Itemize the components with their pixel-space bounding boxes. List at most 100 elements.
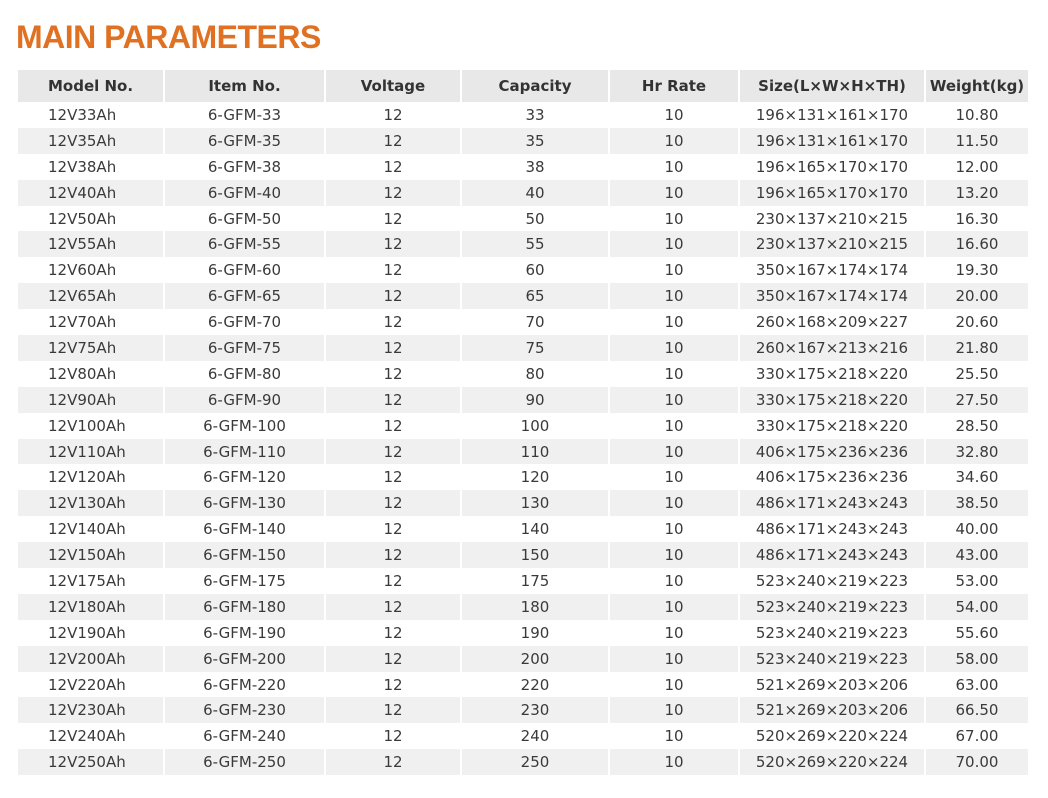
hr-rate-cell: 10 — [608, 283, 738, 310]
model-no-cell: 12V65Ah — [18, 283, 163, 310]
size-cell: 330×175×218×220 — [738, 386, 924, 413]
weight-cell: 16.60 — [924, 231, 1028, 258]
size-cell: 260×167×213×216 — [738, 335, 924, 361]
table-row: 12V200Ah 6-GFM-200 12 200 10 523×240×219×223 5… — [18, 645, 1028, 672]
table-row: 12V50Ah 6-GFM-50 12 50 10 230×137×210×215 16.3… — [18, 205, 1028, 232]
weight-cell: 53.00 — [924, 568, 1028, 594]
capacity-cell: 55 — [460, 231, 608, 258]
capacity-cell: 33 — [460, 102, 608, 128]
size-cell: 350×167×174×174 — [738, 257, 924, 284]
voltage-cell: 12 — [324, 542, 460, 569]
size-cell: 520×269×220×224 — [738, 723, 924, 750]
hr-rate-cell: 10 — [608, 749, 738, 776]
model-no-cell: 12V35Ah — [18, 127, 163, 154]
weight-cell: 67.00 — [924, 723, 1028, 750]
item-no-cell: 6-GFM-80 — [163, 360, 324, 387]
voltage-cell: 12 — [324, 671, 460, 698]
voltage-cell: 12 — [324, 464, 460, 491]
item-no-cell: 6-GFM-60 — [163, 257, 324, 284]
voltage-cell: 12 — [324, 516, 460, 543]
item-no-cell: 6-GFM-70 — [163, 309, 324, 336]
table-row: 12V240Ah 6-GFM-240 12 240 10 520×269×220×224 6… — [18, 723, 1028, 750]
weight-cell: 13.20 — [924, 179, 1028, 206]
capacity-cell: 75 — [460, 335, 608, 361]
model-no-cell: 12V120Ah — [48, 468, 126, 487]
capacity-cell: 130 — [460, 490, 608, 517]
table-row: 12V175Ah 6-GFM-175 12 175 10 523×240×219×223 5… — [18, 568, 1028, 594]
weight-cell: 27.50 — [924, 386, 1028, 413]
hr-rate-cell: 10 — [608, 309, 738, 336]
table-header: Model No. Item No. Voltage Capacity Hr R… — [18, 70, 1028, 102]
table-row: 12V55Ah 6-GFM-55 12 55 10 230×137×210×215 16.6… — [18, 231, 1028, 258]
item-no-cell: 6-GFM-33 — [163, 102, 324, 128]
table-row: 12V230Ah 6-GFM-230 12 230 10 521×269×203×206 6… — [18, 697, 1028, 724]
model-no-cell: 12V50Ah — [48, 209, 117, 228]
size-cell: 521×269×203×206 — [738, 671, 924, 698]
model-no-cell: 12V100Ah — [48, 416, 126, 435]
hr-rate-cell: 10 — [608, 542, 738, 569]
item-no-cell: 6-GFM-90 — [163, 386, 324, 413]
weight-cell: 20.00 — [924, 283, 1028, 310]
column-header-item-no: Item No. — [163, 70, 324, 102]
model-no-cell: 12V250Ah — [18, 749, 163, 776]
capacity-cell: 140 — [460, 516, 608, 543]
weight-cell: 12.00 — [924, 153, 1028, 180]
voltage-cell: 12 — [324, 257, 460, 284]
size-cell: 523×240×219×223 — [738, 568, 924, 594]
model-no-cell: 12V90Ah — [18, 386, 163, 413]
weight-cell: 43.00 — [924, 542, 1028, 569]
capacity-cell: 120 — [460, 464, 608, 491]
table-row: 12V190Ah 6-GFM-190 12 190 10 523×240×219×223 5… — [18, 619, 1028, 646]
hr-rate-cell: 10 — [608, 153, 738, 180]
voltage-cell: 12 — [324, 205, 460, 232]
hr-rate-cell: 10 — [608, 386, 738, 413]
item-no-cell: 6-GFM-150 — [163, 542, 324, 569]
voltage-cell: 12 — [324, 335, 460, 361]
voltage-cell: 12 — [324, 412, 460, 439]
size-cell: 350×167×174×174 — [738, 283, 924, 310]
hr-rate-cell: 10 — [608, 102, 738, 128]
hr-rate-cell: 10 — [608, 412, 738, 439]
hr-rate-cell: 10 — [608, 438, 738, 465]
column-header-size: Size(L×W×H×TH) — [738, 70, 924, 102]
item-no-cell: 6-GFM-120 — [163, 464, 324, 491]
table-row: 12V60Ah 6-GFM-60 12 60 10 350×167×174×174 19.3… — [18, 257, 1028, 284]
item-no-cell: 6-GFM-230 — [163, 697, 324, 724]
capacity-cell: 65 — [460, 283, 608, 310]
table-row: 12V90Ah 6-GFM-90 12 90 10 330×175×218×220 27.5… — [18, 386, 1028, 413]
item-no-cell: 6-GFM-130 — [163, 490, 324, 517]
hr-rate-cell: 10 — [608, 127, 738, 154]
table-row: 12V250Ah 6-GFM-250 12 250 10 520×269×220×224 7… — [18, 749, 1028, 776]
item-no-cell: 6-GFM-100 — [163, 412, 324, 439]
size-cell: 486×171×243×243 — [738, 542, 924, 569]
header-row: Model No. Item No. Voltage Capacity Hr R… — [18, 70, 1028, 102]
table-row: 12V33Ah 6-GFM-33 12 33 10 196×131×161×170 10.8… — [18, 102, 1028, 128]
capacity-cell: 100 — [460, 412, 608, 439]
size-cell: 196×131×161×170 — [738, 102, 924, 128]
weight-cell: 55.60 — [924, 619, 1028, 646]
capacity-cell: 35 — [460, 127, 608, 154]
model-no-cell: 12V230Ah — [18, 697, 163, 724]
weight-cell: 28.50 — [924, 412, 1028, 439]
hr-rate-cell: 10 — [608, 464, 738, 491]
model-no-cell: 12V80Ah — [48, 364, 117, 383]
table-row: 12V150Ah 6-GFM-150 12 150 10 486×171×243×243 4… — [18, 542, 1028, 569]
hr-rate-cell: 10 — [608, 697, 738, 724]
item-no-cell: 6-GFM-190 — [163, 619, 324, 646]
voltage-cell: 12 — [324, 593, 460, 620]
size-cell: 230×137×210×215 — [738, 205, 924, 232]
table-row: 12V140Ah 6-GFM-140 12 140 10 486×171×243×243 4… — [18, 516, 1028, 543]
hr-rate-cell: 10 — [608, 335, 738, 361]
voltage-cell: 12 — [324, 283, 460, 310]
weight-cell: 10.80 — [924, 102, 1028, 128]
item-no-cell: 6-GFM-180 — [163, 593, 324, 620]
model-no-cell: 12V240Ah — [48, 727, 126, 746]
weight-cell: 20.60 — [924, 309, 1028, 336]
item-no-cell: 6-GFM-65 — [163, 283, 324, 310]
table-row: 12V80Ah 6-GFM-80 12 80 10 330×175×218×220 25.5… — [18, 360, 1028, 387]
model-no-cell: 12V220Ah — [48, 675, 126, 694]
size-cell: 330×175×218×220 — [738, 412, 924, 439]
hr-rate-cell: 10 — [608, 723, 738, 750]
model-no-cell: 12V130Ah — [18, 490, 163, 517]
item-no-cell: 6-GFM-250 — [163, 749, 324, 776]
